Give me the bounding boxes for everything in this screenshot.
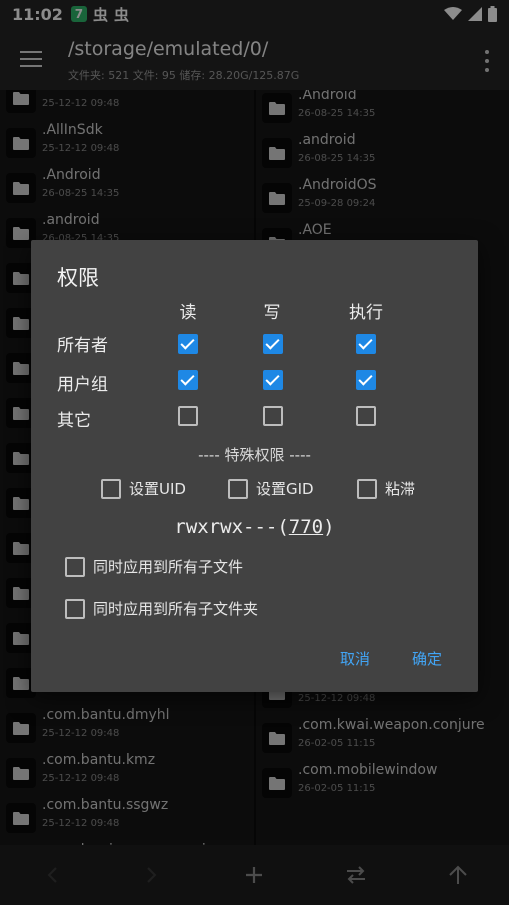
owner-write-checkbox[interactable]	[263, 334, 283, 354]
apply-subfiles-label: 同时应用到所有子文件	[93, 558, 244, 576]
apply-subfolders-checkbox[interactable]	[65, 598, 85, 619]
special-permissions-header: ---- 特殊权限 ----	[198, 446, 311, 464]
group-read-checkbox[interactable]	[178, 370, 198, 390]
row-owner-label: 所有者	[57, 336, 108, 356]
permission-octal-input[interactable]: 770	[289, 516, 323, 538]
dialog-title: 权限	[57, 266, 99, 290]
other-read-checkbox[interactable]	[178, 406, 198, 426]
permission-symbolic: rwxrwx---(	[174, 516, 289, 538]
ok-button[interactable]: 确定	[412, 648, 442, 669]
cancel-button[interactable]: 取消	[340, 648, 370, 669]
row-group-label: 用户组	[57, 375, 108, 395]
permission-dialog: 权限 读 写 执行 所有者 用户组 其它 ---- 特殊权限 ---- 设置UI…	[31, 240, 478, 692]
column-execute: 执行	[349, 303, 383, 323]
other-write-checkbox[interactable]	[263, 406, 283, 426]
permission-string: rwxrwx---(770)	[31, 516, 478, 538]
setuid-label: 设置UID	[129, 480, 186, 498]
column-write: 写	[263, 303, 281, 323]
column-read: 读	[179, 303, 197, 323]
apply-subfolders-option[interactable]: 同时应用到所有子文件夹	[65, 598, 258, 619]
apply-subfiles-checkbox[interactable]	[65, 556, 85, 577]
setuid-checkbox[interactable]	[101, 478, 121, 499]
setgid-label: 设置GID	[256, 480, 314, 498]
sticky-option[interactable]: 粘滞	[357, 478, 415, 499]
setgid-option[interactable]: 设置GID	[228, 478, 314, 499]
owner-exec-checkbox[interactable]	[356, 334, 376, 354]
setgid-checkbox[interactable]	[228, 478, 248, 499]
sticky-label: 粘滞	[385, 480, 416, 498]
permission-close-paren: )	[323, 516, 335, 538]
apply-subfolders-label: 同时应用到所有子文件夹	[93, 600, 259, 618]
owner-read-checkbox[interactable]	[178, 334, 198, 354]
sticky-checkbox[interactable]	[357, 478, 377, 499]
group-write-checkbox[interactable]	[263, 370, 283, 390]
group-exec-checkbox[interactable]	[356, 370, 376, 390]
apply-subfiles-option[interactable]: 同时应用到所有子文件	[65, 556, 243, 577]
row-other-label: 其它	[57, 411, 91, 431]
setuid-option[interactable]: 设置UID	[101, 478, 186, 499]
other-exec-checkbox[interactable]	[356, 406, 376, 426]
